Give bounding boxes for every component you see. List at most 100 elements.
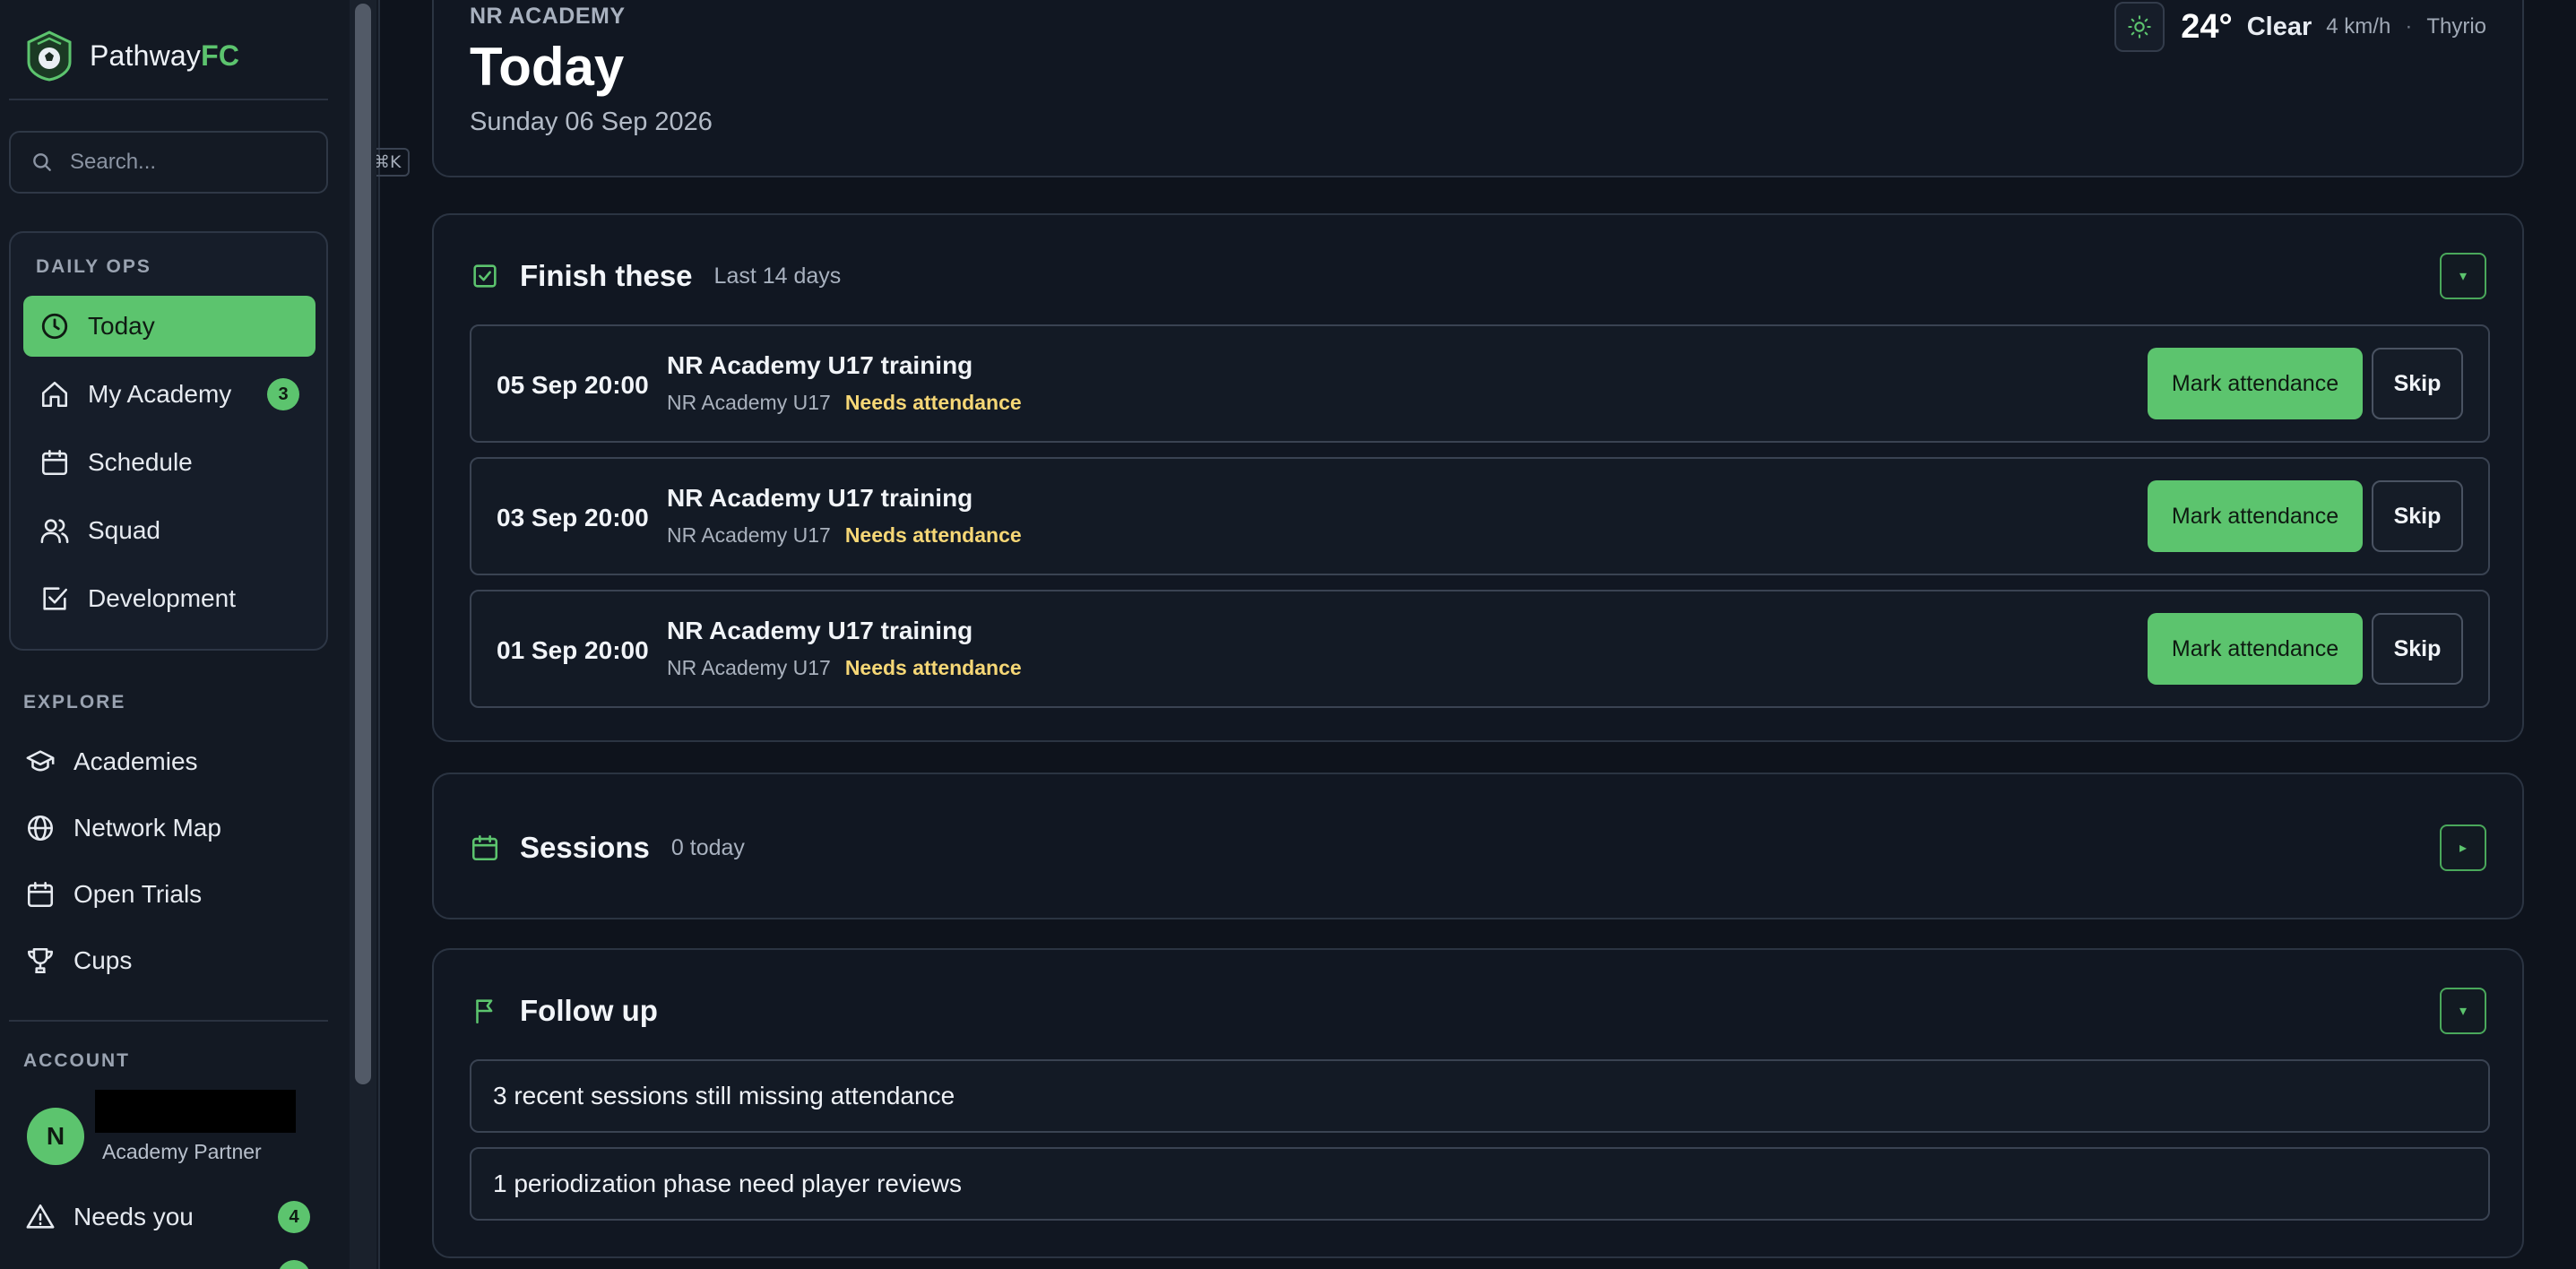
sidebar-item-label: Needs you bbox=[73, 1203, 194, 1230]
sidebar-item-academies[interactable]: Academies bbox=[25, 737, 198, 787]
status-badge: Needs attendance bbox=[844, 656, 1022, 679]
task-row: 01 Sep 20:00 NR Academy U17 training NR … bbox=[470, 590, 2490, 708]
search-input[interactable] bbox=[70, 150, 348, 175]
page-header: NR ACADEMY Today Sunday 06 Sep 2026 24° … bbox=[432, 0, 2524, 177]
card-title: Finish these bbox=[520, 259, 693, 292]
redacted-username bbox=[95, 1090, 296, 1133]
globe-icon bbox=[25, 813, 56, 843]
avatar[interactable]: N bbox=[27, 1108, 84, 1165]
card-header: Sessions 0 today bbox=[470, 821, 745, 875]
card-header: Follow up bbox=[470, 984, 658, 1038]
follow-up-card: Follow up ▾ 3 recent sessions still miss… bbox=[432, 948, 2524, 1258]
task-time: 05 Sep 20:00 bbox=[497, 371, 649, 399]
separator: · bbox=[2405, 14, 2413, 39]
expand-toggle-button[interactable]: ▸ bbox=[2440, 824, 2486, 871]
users-icon bbox=[39, 515, 70, 546]
daily-ops-heading: DAILY OPS bbox=[36, 256, 151, 277]
follow-up-item[interactable]: 1 periodization phase need player review… bbox=[470, 1147, 2490, 1221]
task-title: NR Academy U17 training bbox=[667, 351, 973, 379]
task-meta: NR Academy U17 Needs attendance bbox=[667, 656, 1022, 680]
sidebar-item-open-trials[interactable]: Open Trials bbox=[25, 869, 202, 919]
checkbox-icon bbox=[39, 583, 70, 614]
sidebar-item-schedule[interactable]: Schedule bbox=[23, 432, 316, 493]
sidebar-item-my-academy[interactable]: My Academy 3 bbox=[23, 364, 316, 425]
alert-triangle-icon bbox=[25, 1202, 56, 1232]
sidebar-item-today[interactable]: Today bbox=[23, 296, 316, 357]
card-title: Follow up bbox=[520, 994, 658, 1027]
sidebar-item-label: Development bbox=[88, 584, 236, 612]
sidebar: PathwayFC ⌘K DAILY OPS Today My Academy … bbox=[0, 0, 411, 1269]
daily-ops-group: DAILY OPS Today My Academy 3 Schedule Sq… bbox=[9, 231, 328, 651]
mark-attendance-button[interactable]: Mark attendance bbox=[2148, 480, 2363, 552]
sidebar-item-label: My Academy bbox=[88, 380, 232, 408]
sidebar-item-label: Squad bbox=[88, 516, 160, 544]
skip-button[interactable]: Skip bbox=[2372, 613, 2463, 685]
weather-location: Thyrio bbox=[2426, 14, 2486, 39]
finish-these-card: Finish these Last 14 days ▾ 05 Sep 20:00… bbox=[432, 213, 2524, 742]
graduation-cap-icon bbox=[25, 747, 56, 777]
sidebar-item-network-map[interactable]: Network Map bbox=[25, 803, 221, 853]
weather-widget: 24° Clear 4 km/h · Thyrio bbox=[2114, 2, 2486, 52]
sidebar-item-label: Network Map bbox=[73, 814, 221, 842]
sun-icon bbox=[2127, 14, 2152, 39]
sidebar-item-label: Schedule bbox=[88, 448, 193, 476]
flag-icon bbox=[470, 996, 500, 1026]
calendar-icon bbox=[470, 833, 500, 863]
calendar-icon bbox=[39, 447, 70, 478]
sidebar-item-label: Cups bbox=[73, 946, 133, 974]
sidebar-item-label: Academies bbox=[73, 747, 198, 775]
card-subtitle: 0 today bbox=[670, 834, 745, 860]
divider bbox=[9, 99, 328, 100]
academy-name: NR ACADEMY bbox=[470, 4, 626, 29]
shield-ball-logo-icon bbox=[25, 30, 73, 82]
task-team: NR Academy U17 bbox=[667, 391, 831, 414]
trophy-icon bbox=[25, 945, 56, 976]
divider bbox=[9, 1020, 328, 1022]
card-subtitle: Last 14 days bbox=[713, 263, 842, 289]
weather-wind: 4 km/h bbox=[2326, 14, 2391, 39]
task-team: NR Academy U17 bbox=[667, 656, 831, 679]
task-row: 03 Sep 20:00 NR Academy U17 training NR … bbox=[470, 457, 2490, 575]
follow-up-item[interactable]: 3 recent sessions still missing attendan… bbox=[470, 1059, 2490, 1133]
account-heading: ACCOUNT bbox=[23, 1050, 130, 1071]
task-time: 01 Sep 20:00 bbox=[497, 636, 649, 664]
search-icon bbox=[30, 151, 54, 174]
task-title: NR Academy U17 training bbox=[667, 484, 973, 512]
task-time: 03 Sep 20:00 bbox=[497, 504, 649, 531]
account-role: Academy Partner bbox=[102, 1140, 262, 1163]
sidebar-item-development[interactable]: Development bbox=[23, 568, 316, 629]
count-badge bbox=[278, 1260, 310, 1269]
mark-attendance-button[interactable]: Mark attendance bbox=[2148, 348, 2363, 419]
task-meta: NR Academy U17 Needs attendance bbox=[667, 523, 1022, 548]
weather-button[interactable] bbox=[2114, 2, 2165, 52]
clock-icon bbox=[39, 311, 70, 341]
count-badge: 4 bbox=[278, 1201, 310, 1233]
sidebar-scrollbar-thumb[interactable] bbox=[355, 4, 371, 1084]
weather-temperature: 24° bbox=[2181, 7, 2233, 46]
skip-button[interactable]: Skip bbox=[2372, 348, 2463, 419]
mark-attendance-button[interactable]: Mark attendance bbox=[2148, 613, 2363, 685]
status-badge: Needs attendance bbox=[844, 391, 1022, 414]
task-row: 05 Sep 20:00 NR Academy U17 training NR … bbox=[470, 324, 2490, 443]
sidebar-item-label: Today bbox=[88, 312, 155, 340]
collapse-toggle-button[interactable]: ▾ bbox=[2440, 988, 2486, 1034]
sessions-card: Sessions 0 today ▸ bbox=[432, 773, 2524, 919]
search-box[interactable]: ⌘K bbox=[9, 131, 411, 194]
sidebar-item-cups[interactable]: Cups bbox=[25, 936, 132, 986]
status-badge: Needs attendance bbox=[844, 523, 1022, 547]
weather-condition: Clear bbox=[2246, 12, 2312, 41]
brand[interactable]: PathwayFC bbox=[25, 29, 239, 82]
checkbox-icon bbox=[470, 261, 500, 291]
collapse-toggle-button[interactable]: ▾ bbox=[2440, 253, 2486, 299]
page-date: Sunday 06 Sep 2026 bbox=[470, 108, 713, 136]
sidebar-item-squad[interactable]: Squad bbox=[23, 500, 316, 561]
skip-button[interactable]: Skip bbox=[2372, 480, 2463, 552]
sidebar-item-needs-you[interactable]: Needs you 4 bbox=[25, 1192, 310, 1242]
explore-heading: EXPLORE bbox=[23, 692, 126, 712]
sidebar-item-label: Open Trials bbox=[73, 880, 203, 908]
card-header: Finish these Last 14 days bbox=[470, 249, 841, 303]
page-title: Today bbox=[470, 37, 625, 97]
home-icon bbox=[39, 379, 70, 410]
task-title: NR Academy U17 training bbox=[667, 617, 973, 644]
calendar-icon bbox=[25, 879, 56, 910]
